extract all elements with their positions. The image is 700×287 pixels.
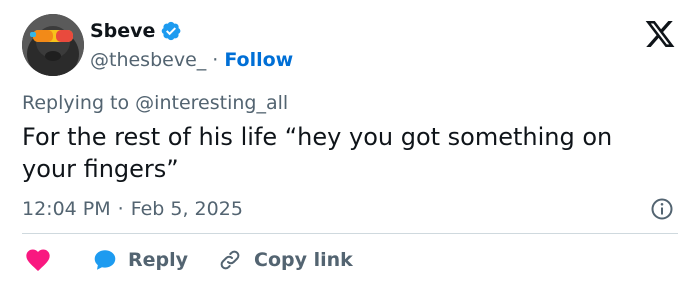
display-name[interactable]: Sbeve	[90, 20, 155, 42]
reply-context-prefix: Replying to	[22, 92, 130, 114]
tweet-timestamp[interactable]: 12:04 PM · Feb 5, 2025	[22, 198, 243, 220]
separator-dot: ·	[117, 198, 124, 220]
author-handle-row: @thesbeve_ · Follow	[90, 49, 293, 71]
separator-dot: ·	[212, 49, 219, 71]
avatar[interactable]	[22, 14, 84, 76]
reply-button[interactable]: Reply	[92, 247, 188, 273]
speech-bubble-icon	[94, 250, 116, 270]
author-name-row: Sbeve	[90, 20, 182, 42]
avatar-image	[22, 14, 84, 76]
info-icon[interactable]	[650, 197, 674, 221]
x-logo-icon[interactable]	[644, 18, 676, 50]
tweet-time: 12:04 PM	[22, 198, 111, 220]
copy-link-label: Copy link	[254, 249, 353, 271]
tweet-date: Feb 5, 2025	[130, 198, 243, 220]
reply-mention-link[interactable]: @interesting_all	[135, 92, 288, 114]
divider	[22, 233, 678, 234]
link-icon	[220, 250, 240, 270]
follow-button[interactable]: Follow	[224, 49, 293, 71]
reply-label: Reply	[128, 249, 189, 271]
copy-link-button[interactable]: Copy link	[218, 248, 353, 272]
tweet-actions: Reply Copy link	[22, 246, 353, 274]
verified-badge-icon	[162, 21, 181, 41]
author-handle[interactable]: @thesbeve_	[90, 49, 206, 71]
tweet-text: For the rest of his life “hey you got so…	[22, 123, 613, 183]
heart-icon	[26, 249, 50, 271]
like-button[interactable]	[22, 246, 54, 274]
reply-context: Replying to @interesting_all	[22, 92, 288, 114]
